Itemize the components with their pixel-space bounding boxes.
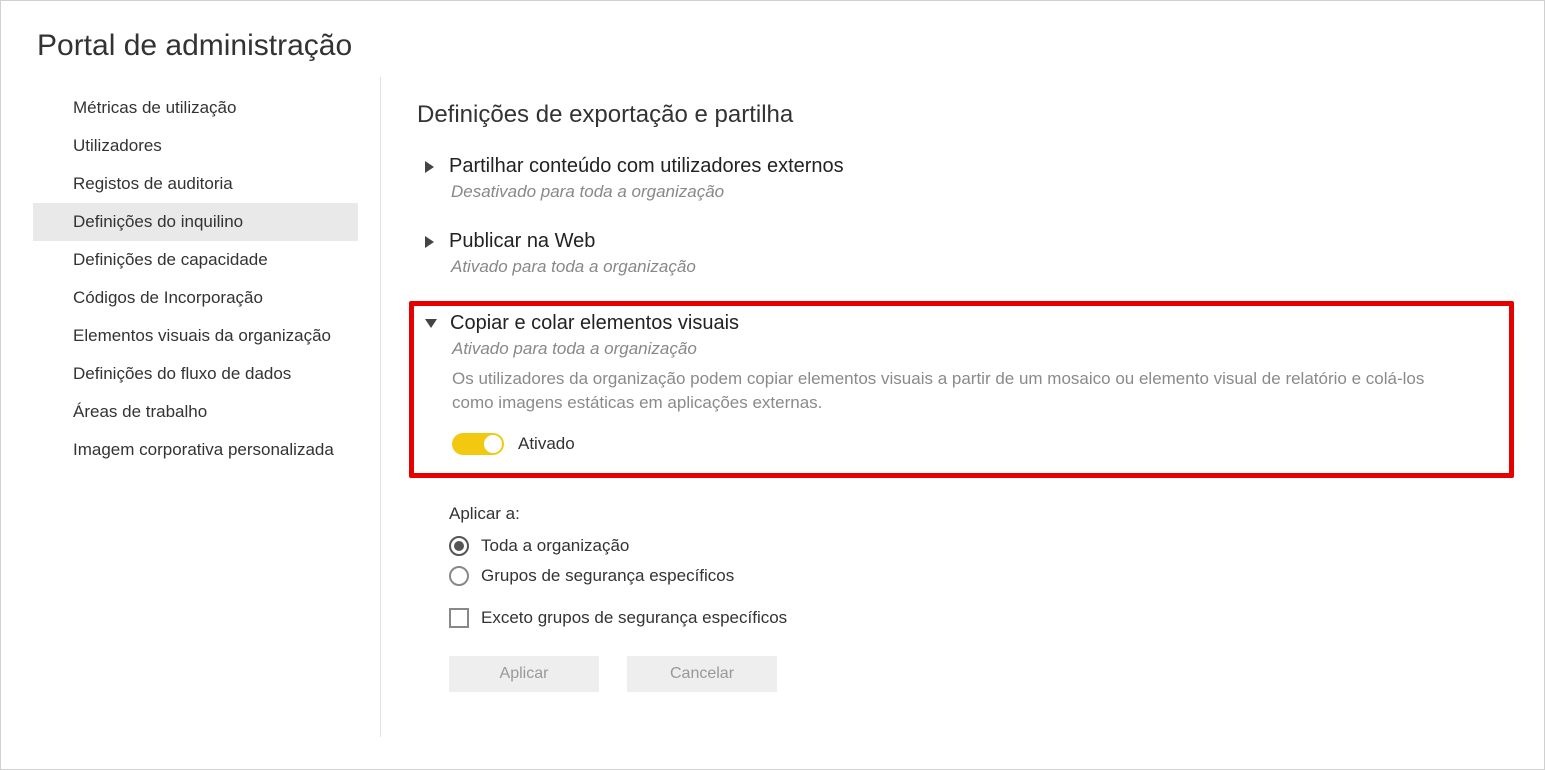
setting-description: Os utilizadores da organização podem cop…: [452, 367, 1462, 415]
toggle-label: Ativado: [518, 434, 575, 454]
sidebar-item-capacity-settings[interactable]: Definições de capacidade: [33, 241, 358, 279]
radio-icon: [449, 536, 469, 556]
sidebar-item-org-visuals[interactable]: Elementos visuais da organização: [33, 317, 358, 355]
sidebar-item-users[interactable]: Utilizadores: [33, 127, 358, 165]
cancel-button[interactable]: Cancelar: [627, 656, 777, 692]
sidebar-item-tenant-settings[interactable]: Definições do inquilino: [33, 203, 358, 241]
setting-header[interactable]: Publicar na Web: [423, 230, 1508, 253]
sidebar-item-custom-branding[interactable]: Imagem corporativa personalizada: [33, 431, 358, 469]
content-pane: Definições de exportação e partilha Part…: [381, 77, 1544, 712]
setting-status: Desativado para toda a organização: [451, 182, 1508, 202]
setting-header[interactable]: Copiar e colar elementos visuais: [424, 312, 1499, 335]
sidebar-item-dataflow-settings[interactable]: Definições do fluxo de dados: [33, 355, 358, 393]
setting-title: Partilhar conteúdo com utilizadores exte…: [449, 155, 844, 178]
caret-right-icon: [423, 235, 437, 249]
sidebar: Métricas de utilização Utilizadores Regi…: [1, 77, 381, 737]
radio-label: Toda a organização: [481, 536, 629, 556]
setting-publish-web: Publicar na Web Ativado para toda a orga…: [417, 226, 1514, 283]
setting-title: Publicar na Web: [449, 230, 595, 253]
setting-status: Ativado para toda a organização: [452, 339, 1499, 359]
caret-right-icon: [423, 160, 437, 174]
action-buttons: Aplicar Cancelar: [449, 656, 1514, 692]
radio-specific-groups[interactable]: Grupos de segurança específicos: [449, 566, 1514, 586]
sidebar-item-audit-logs[interactable]: Registos de auditoria: [33, 165, 358, 203]
checkbox-icon: [449, 608, 469, 628]
checkbox-except-groups[interactable]: Exceto grupos de segurança específicos: [449, 608, 1514, 628]
page-title: Portal de administração: [1, 1, 1544, 77]
setting-copy-paste-visuals: Copiar e colar elementos visuais Ativado…: [409, 301, 1514, 478]
enabled-toggle[interactable]: [452, 433, 504, 455]
apply-to-block: Aplicar a: Toda a organização Grupos de …: [449, 504, 1514, 628]
setting-share-external: Partilhar conteúdo com utilizadores exte…: [417, 151, 1514, 208]
sidebar-item-workspaces[interactable]: Áreas de trabalho: [33, 393, 358, 431]
apply-to-heading: Aplicar a:: [449, 504, 1514, 524]
section-heading: Definições de exportação e partilha: [417, 101, 1514, 129]
radio-label: Grupos de segurança específicos: [481, 566, 734, 586]
setting-header[interactable]: Partilhar conteúdo com utilizadores exte…: [423, 155, 1508, 178]
sidebar-item-usage-metrics[interactable]: Métricas de utilização: [33, 89, 358, 127]
radio-icon: [449, 566, 469, 586]
setting-title: Copiar e colar elementos visuais: [450, 312, 739, 335]
sidebar-item-embed-codes[interactable]: Códigos de Incorporação: [33, 279, 358, 317]
setting-status: Ativado para toda a organização: [451, 257, 1508, 277]
radio-entire-org[interactable]: Toda a organização: [449, 536, 1514, 556]
apply-button[interactable]: Aplicar: [449, 656, 599, 692]
toggle-knob: [484, 435, 502, 453]
caret-down-icon: [424, 317, 438, 331]
checkbox-label: Exceto grupos de segurança específicos: [481, 608, 787, 628]
